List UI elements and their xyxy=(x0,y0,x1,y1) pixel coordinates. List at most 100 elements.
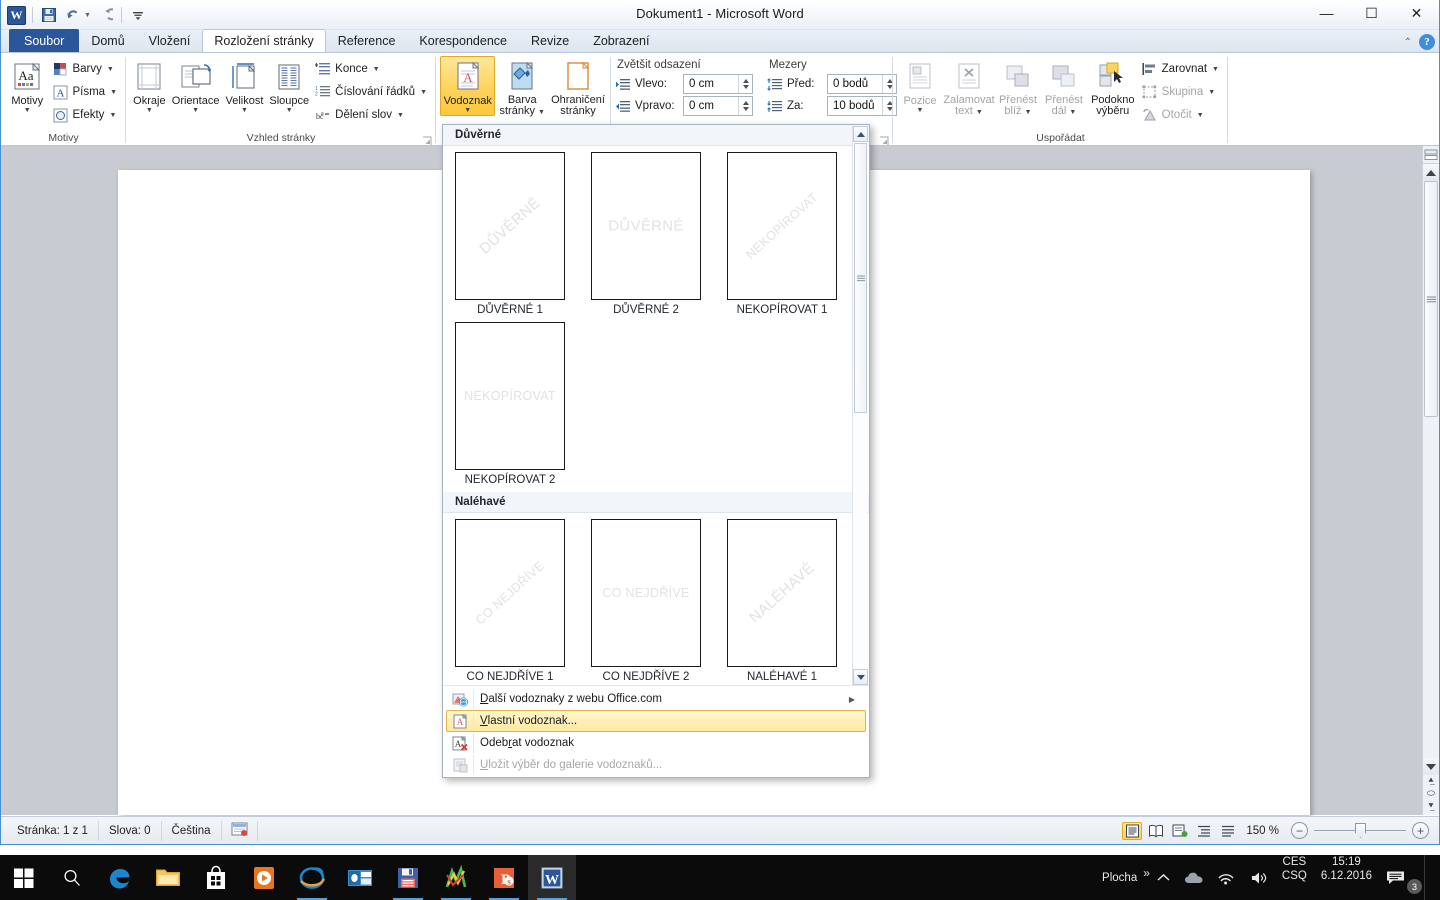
page-setup-dialog-launcher[interactable] xyxy=(422,134,433,145)
onedrive-icon[interactable] xyxy=(1177,855,1211,900)
taskbar-store[interactable] xyxy=(192,855,240,900)
vertical-scrollbar[interactable]: ⯅̲ ⬭ ⯆̲ xyxy=(1422,146,1439,815)
menu-item-more-watermarks-office[interactable]: Další vodoznaky z webu Office.com ▶ xyxy=(446,688,866,710)
bring-forward-caret[interactable]: ▼ xyxy=(1025,109,1032,116)
bring-forward-button[interactable]: Přenést blíž ▼ xyxy=(995,56,1041,118)
send-backward-button[interactable]: Přenést dál ▼ xyxy=(1041,56,1087,118)
space-after-value[interactable]: 10 bodů xyxy=(828,97,882,115)
watermark-item-nekopirovat-1[interactable]: NEKOPÍROVAT NEKOPÍROVAT 1 xyxy=(727,152,837,316)
themes-dropdown-caret[interactable]: ▼ xyxy=(24,107,31,115)
watermark-item-duverne-2[interactable]: DŮVĚRNÉ DŮVĚRNÉ 2 xyxy=(591,152,701,316)
taskbar-media-player[interactable] xyxy=(240,855,288,900)
scroll-down-button[interactable] xyxy=(1423,758,1439,775)
maximize-button[interactable]: ☐ xyxy=(1349,0,1394,26)
show-desktop-label[interactable]: Plocha xyxy=(1096,872,1143,884)
theme-colors-button[interactable]: Barvy ▼ xyxy=(49,58,122,80)
proofing-errors-icon[interactable] xyxy=(222,820,258,841)
search-icon[interactable] xyxy=(48,855,96,900)
taskbar-file-explorer[interactable] xyxy=(144,855,192,900)
group-caret[interactable]: ▼ xyxy=(1208,89,1215,96)
indent-right-spinner[interactable]: 0 cm xyxy=(683,96,753,116)
volume-icon[interactable] xyxy=(1243,855,1275,900)
paragraph-dialog-launcher[interactable] xyxy=(879,134,890,145)
zoom-slider[interactable]: − + xyxy=(1291,822,1429,839)
rotate-caret[interactable]: ▼ xyxy=(1197,112,1204,119)
theme-effects-caret[interactable]: ▼ xyxy=(109,112,116,119)
zoom-out-button[interactable]: − xyxy=(1291,822,1308,839)
zoom-in-button[interactable]: + xyxy=(1412,822,1429,839)
taskbar-outlook[interactable] xyxy=(336,855,384,900)
tab-reference[interactable]: Reference xyxy=(326,29,408,52)
taskbar-clock[interactable]: 15:19 6.12.2016 xyxy=(1314,855,1379,900)
line-numbers-button[interactable]: 1 2 Číslování řádků ▼ xyxy=(312,81,432,103)
tab-korespondence[interactable]: Korespondence xyxy=(407,29,519,52)
indent-left-value[interactable]: 0 cm xyxy=(684,75,738,93)
watermark-item-duverne-1[interactable]: DŮVĚRNÉ DŮVĚRNÉ 1 xyxy=(455,152,565,316)
menu-item-custom-watermark[interactable]: A Vlastní vodoznak... xyxy=(446,710,866,732)
zoom-thumb[interactable] xyxy=(1355,823,1366,838)
tab-revize[interactable]: Revize xyxy=(519,29,581,52)
watermark-item-nekopirovat-2[interactable]: NEKOPÍROVAT NEKOPÍROVAT 2 xyxy=(455,322,565,486)
space-before-spinner[interactable]: 0 bodů xyxy=(827,74,897,94)
close-button[interactable]: ✕ xyxy=(1394,0,1439,26)
breaks-caret[interactable]: ▼ xyxy=(373,66,380,73)
show-desktop-peek-button[interactable] xyxy=(1424,855,1432,900)
watermark-item-nalehave-1[interactable]: NALÉHAVÉ NALÉHAVÉ 1 xyxy=(727,519,837,683)
indent-right-arrows[interactable] xyxy=(738,97,752,115)
rotate-button[interactable]: Otočit ▼ xyxy=(1139,104,1224,126)
orientation-button[interactable]: Orientace ▼ xyxy=(169,56,223,116)
tab-domu[interactable]: Domů xyxy=(79,29,136,52)
taskbar-edge[interactable] xyxy=(96,855,144,900)
gallery-scroll-track[interactable] xyxy=(853,414,868,669)
page-color-caret[interactable]: ▼ xyxy=(538,109,545,116)
theme-colors-caret[interactable]: ▼ xyxy=(107,66,114,73)
gallery-scroll-down-button[interactable] xyxy=(853,669,868,685)
status-word-count[interactable]: Slova: 0 xyxy=(99,820,162,841)
full-screen-reading-view-button[interactable] xyxy=(1146,822,1166,840)
status-page[interactable]: Stránka: 1 z 1 xyxy=(7,820,99,841)
tab-rozlozeni-stranky[interactable]: Rozložení stránky xyxy=(202,29,326,52)
next-page-icon[interactable]: ⯆̲ xyxy=(1427,801,1434,812)
page-color-button[interactable]: Barva stránky ▼ xyxy=(495,56,549,118)
size-caret[interactable]: ▼ xyxy=(241,107,248,115)
position-caret[interactable]: ▼ xyxy=(917,107,924,115)
taskbar-word[interactable]: W xyxy=(528,855,576,900)
print-layout-view-button[interactable] xyxy=(1122,821,1143,840)
keyboard-layout-indicator[interactable]: CES CSQ xyxy=(1275,855,1314,900)
action-center-icon[interactable]: 3 xyxy=(1379,855,1424,900)
taskbar-powerpoint[interactable]: P s xyxy=(480,855,528,900)
position-button[interactable]: Pozice ▼ xyxy=(897,56,943,116)
watermark-gallery-scrollbar[interactable] xyxy=(852,126,868,685)
minimize-button[interactable]: — xyxy=(1304,0,1349,26)
themes-button[interactable]: Aa Motivy ▼ xyxy=(5,56,49,116)
hyphenation-button[interactable]: bc a Dělení slov ▼ xyxy=(312,104,432,126)
margins-button[interactable]: Okraje ▼ xyxy=(130,56,169,116)
tab-soubor[interactable]: Soubor xyxy=(9,29,80,52)
tab-vlozeni[interactable]: Vložení xyxy=(137,29,203,52)
outline-view-button[interactable] xyxy=(1194,822,1214,840)
gallery-scroll-up-button[interactable] xyxy=(853,126,868,142)
theme-effects-button[interactable]: Efekty ▼ xyxy=(49,104,122,126)
size-button[interactable]: Velikost ▼ xyxy=(222,56,266,116)
help-icon[interactable]: ? xyxy=(1419,34,1435,50)
hyphenation-caret[interactable]: ▼ xyxy=(397,112,404,119)
indent-left-arrows[interactable] xyxy=(738,75,752,93)
theme-fonts-caret[interactable]: ▼ xyxy=(110,89,117,96)
tray-overflow-icon[interactable]: » xyxy=(1143,866,1150,880)
watermark-button[interactable]: A Vodoznak ▼ xyxy=(440,56,496,116)
scroll-thumb[interactable] xyxy=(1424,181,1438,417)
split-window-icon[interactable] xyxy=(1423,146,1439,164)
scroll-up-button[interactable] xyxy=(1423,164,1439,181)
tray-expand-icon[interactable] xyxy=(1150,855,1177,900)
web-layout-view-button[interactable] xyxy=(1170,822,1190,840)
margins-caret[interactable]: ▼ xyxy=(146,107,153,115)
watermark-caret[interactable]: ▼ xyxy=(464,107,471,115)
wrap-text-button[interactable]: Zalamovat text ▼ xyxy=(943,56,995,118)
taskbar-internet-explorer[interactable] xyxy=(288,855,336,900)
columns-caret[interactable]: ▼ xyxy=(286,107,293,115)
taskbar-graph-app[interactable] xyxy=(432,855,480,900)
send-backward-caret[interactable]: ▼ xyxy=(1069,109,1076,116)
selection-pane-button[interactable]: Podokno výběru xyxy=(1087,56,1139,118)
status-language[interactable]: Čeština xyxy=(162,820,222,841)
draft-view-button[interactable] xyxy=(1218,822,1238,840)
